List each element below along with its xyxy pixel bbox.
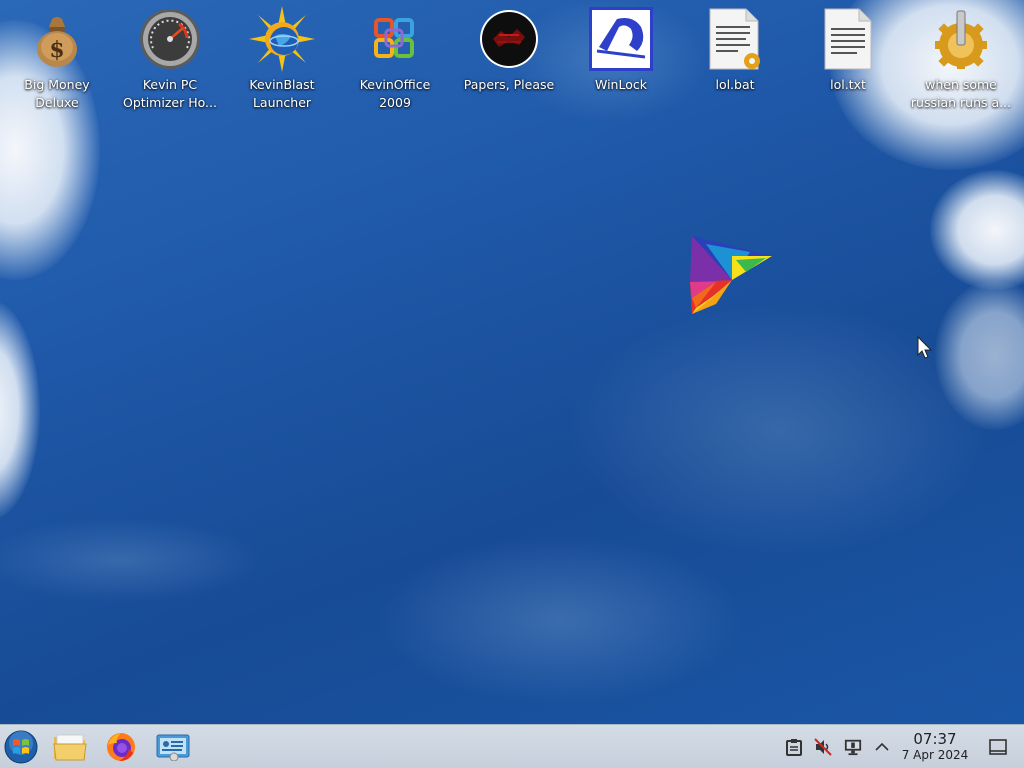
cloud-left-bottom <box>0 300 40 520</box>
cloud-right-wisp <box>935 280 1024 430</box>
file-manager-icon <box>53 734 87 761</box>
desktop-icon-kevinoffice-2009[interactable]: KevinOffice 2009 <box>341 6 449 116</box>
chevron-up-icon <box>875 742 889 751</box>
clipboard-icon <box>786 739 802 756</box>
taskbar-file-manager-button[interactable] <box>52 729 88 765</box>
speedometer-icon <box>137 6 203 72</box>
svg-text:$: $ <box>49 37 64 63</box>
taskbar-firefox-button[interactable] <box>103 729 139 765</box>
display-icon <box>844 739 862 756</box>
taskbar-control-panel-button[interactable] <box>155 729 191 765</box>
text-file-icon <box>815 6 881 72</box>
desktop-icon-label: Kevin PC Optimizer Ho... <box>123 77 217 110</box>
desktop-icon-papers-please[interactable]: Papers, Please <box>455 6 563 116</box>
start-orb-icon <box>4 730 38 764</box>
desktop-icon-label: WinLock <box>595 77 647 92</box>
desktop-icon-label: KevinBlast Launcher <box>249 77 315 110</box>
desktop-icon-big-money-deluxe[interactable]: $ Big Money Deluxe <box>3 6 111 116</box>
taskbar-clock[interactable]: 07:37 7 Apr 2024 <box>894 731 976 763</box>
firefox-icon <box>107 733 135 761</box>
desktop-icon-lol-bat[interactable]: lol.bat <box>681 6 789 116</box>
desktop-icon-when-some-russian[interactable]: when some russian runs a... <box>907 6 1015 116</box>
desktop-icon-label: Papers, Please <box>463 77 555 92</box>
desktop-icon-lol-txt[interactable]: lol.txt <box>794 6 902 116</box>
tray-expand-button[interactable] <box>873 738 891 756</box>
tray-volume-button[interactable] <box>814 738 832 756</box>
mouse-cursor <box>917 336 933 359</box>
batch-file-icon <box>702 6 768 72</box>
tray-display-button[interactable] <box>844 738 862 756</box>
control-panel-icon <box>156 734 190 761</box>
show-desktop-icon <box>989 739 1007 755</box>
desktop-icon-label: when some russian runs a... <box>910 77 1012 110</box>
clock-time: 07:37 <box>913 730 957 748</box>
papers-please-icon <box>476 6 542 72</box>
money-bag-icon: $ <box>24 6 90 72</box>
desktop-icon-label: Big Money Deluxe <box>24 77 90 110</box>
office-logo-icon <box>362 6 428 72</box>
kite-image <box>690 236 772 314</box>
show-desktop-button[interactable] <box>989 738 1007 756</box>
desktop-icon-kevin-pc-optimizer[interactable]: Kevin PC Optimizer Ho... <box>116 6 224 116</box>
desktop-icon-label: lol.bat <box>715 77 755 92</box>
sun-globe-icon <box>249 6 315 72</box>
desktop-icon-label: KevinOffice 2009 <box>359 77 431 110</box>
tray-clipboard-button[interactable] <box>785 738 803 756</box>
desktop-icon-label: lol.txt <box>830 77 866 92</box>
winlock-icon <box>588 6 654 72</box>
cloud-right-mid <box>930 170 1024 290</box>
taskbar: 07:37 7 Apr 2024 <box>0 724 1024 768</box>
gear-icon <box>928 6 994 72</box>
start-button[interactable] <box>3 729 39 765</box>
desktop-icon-winlock[interactable]: WinLock <box>567 6 675 116</box>
desktop-icon-kevinblast-launcher[interactable]: KevinBlast Launcher <box>228 6 336 116</box>
clock-date: 7 Apr 2024 <box>901 748 969 762</box>
volume-muted-icon <box>814 738 832 756</box>
